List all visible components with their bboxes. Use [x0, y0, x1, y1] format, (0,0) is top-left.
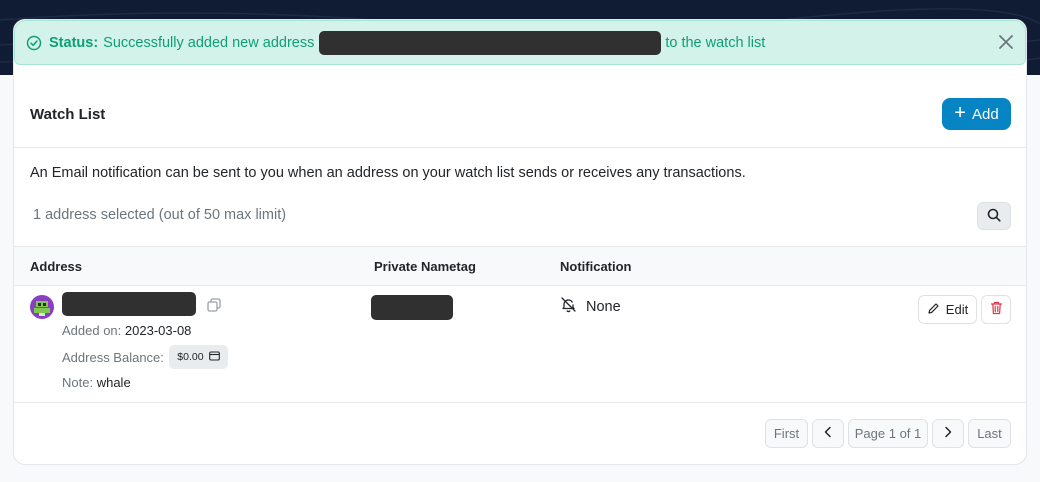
- edit-button[interactable]: Edit: [918, 295, 977, 324]
- plus-icon: +: [954, 102, 966, 124]
- last-page-button[interactable]: Last: [968, 419, 1011, 448]
- table-header: Address Private Nametag Notification: [14, 246, 1026, 286]
- search-button[interactable]: [977, 202, 1011, 230]
- redacted-nametag: [371, 295, 453, 320]
- note-value: whale: [96, 375, 131, 390]
- last-page-label: Last: [977, 426, 1002, 441]
- balance-value: $0.00: [177, 351, 204, 363]
- info-text: An Email notification can be sent to you…: [30, 165, 746, 181]
- redacted-address: [319, 30, 662, 55]
- table-row: Added on: 2023-03-08 Address Balance: $0…: [14, 286, 1026, 403]
- watch-list-card: Status: Successfully added new address t…: [13, 19, 1027, 465]
- page-indicator-label: Page 1 of 1: [854, 426, 922, 441]
- alert-message-after: to the watch list: [665, 34, 766, 51]
- balance-label: Address Balance:: [62, 349, 164, 365]
- previous-page-button[interactable]: [812, 419, 844, 448]
- page-title: Watch List: [30, 106, 106, 123]
- delete-button[interactable]: [981, 295, 1011, 324]
- address-balance: Address Balance: $0.00: [62, 345, 228, 369]
- redacted-address-link[interactable]: [62, 292, 196, 316]
- add-button-label: Add: [971, 105, 999, 123]
- card-header: Watch List + Add: [14, 98, 1026, 148]
- trash-icon: [990, 301, 1003, 318]
- header-notification: Notification: [560, 259, 632, 274]
- add-button[interactable]: + Add: [942, 98, 1011, 130]
- note: Note: whale: [62, 375, 131, 390]
- pencil-icon: [927, 302, 940, 318]
- wallet-icon: [208, 350, 220, 364]
- notification-value: None: [586, 298, 621, 315]
- first-page-label: First: [773, 426, 800, 441]
- page-indicator: Page 1 of 1: [848, 419, 928, 448]
- note-label: Note:: [62, 375, 94, 390]
- search-icon: [987, 208, 1001, 225]
- alert-message-before: Successfully added new address: [103, 34, 315, 51]
- added-on-label: Added on:: [62, 323, 122, 338]
- added-on: Added on: 2023-03-08: [62, 323, 191, 338]
- avatar: [30, 295, 54, 319]
- copy-icon[interactable]: [206, 297, 222, 313]
- chevron-right-icon: [943, 426, 953, 441]
- status-alert: Status: Successfully added new address t…: [14, 20, 1026, 65]
- header-private-nametag: Private Nametag: [374, 259, 476, 274]
- alert-status-label: Status:: [49, 34, 99, 51]
- header-address: Address: [30, 259, 83, 274]
- chevron-left-icon: [823, 426, 833, 441]
- added-on-value: 2023-03-08: [124, 323, 192, 338]
- next-page-button[interactable]: [932, 419, 964, 448]
- edit-button-label: Edit: [945, 302, 969, 317]
- selected-count: 1 address selected (out of 50 max limit): [33, 207, 287, 223]
- balance-badge[interactable]: $0.00: [168, 345, 228, 369]
- first-page-button[interactable]: First: [765, 419, 808, 448]
- notification-status: None: [560, 296, 621, 317]
- bell-slash-icon: [560, 296, 577, 317]
- close-icon[interactable]: [997, 33, 1015, 51]
- check-circle-icon: [26, 35, 42, 51]
